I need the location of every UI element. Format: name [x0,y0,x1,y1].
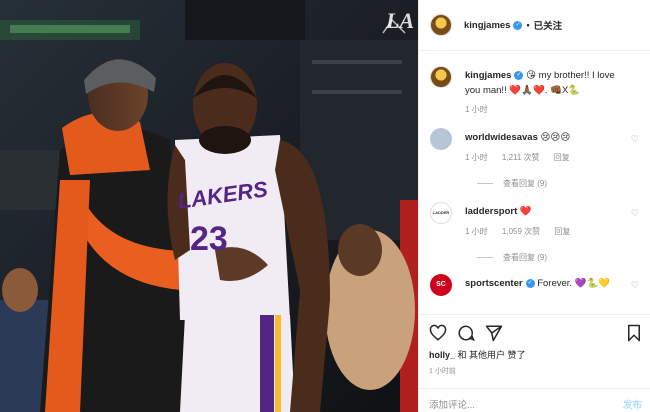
comment-bubble-icon[interactable] [457,324,475,342]
following-button[interactable]: 已关注 [534,18,563,32]
verified-badge-icon: ✓ [525,278,535,288]
comment-username[interactable]: worldwidesavas [465,132,538,143]
view-replies-button[interactable]: 查看回复 (9) [477,178,547,189]
share-paper-plane-icon[interactable] [485,324,503,342]
comment-time[interactable]: 1 小时 [465,227,488,236]
commenter-avatar[interactable]: LADDER [430,202,452,224]
comment-item: LADDER laddersport ❤️ ♡ 1 小时 1,059 次赞 回复… [430,202,645,264]
comment-likes[interactable]: 1,211 次赞 [502,153,540,162]
separator-dot: • [526,20,530,30]
like-comment-icon[interactable]: ♡ [631,208,639,219]
like-heart-icon[interactable] [429,324,447,342]
comment-item: SC sportscenter ✓ Forever. 💜🐍💛 ♡ [430,274,645,314]
comment-input[interactable]: 添加评论... [429,397,475,411]
la-watermark: LA [385,8,414,33]
liked-by-summary[interactable]: holly_ 和 其他用户 赞了 [429,348,526,361]
post-side-panel: kingjames ✓ • 已关注 kingjames ✓ 😘 my brothe… [418,0,650,412]
comment-text: ❤️ [519,206,532,217]
video-frame: LAKERS 23 LA [0,0,418,412]
caption-username[interactable]: kingjames [465,70,511,81]
commenter-avatar[interactable] [430,128,452,150]
comment-likes[interactable]: 1,059 次赞 [502,227,540,236]
author-username[interactable]: kingjames [464,20,510,31]
post-actions: holly_ 和 其他用户 赞了 1 小时前 添加评论... 发布 [419,314,650,412]
verified-badge-icon: ✓ [513,20,523,30]
comment-username[interactable]: sportscenter [465,278,523,289]
reply-button[interactable]: 回复 [554,153,570,162]
comment-text: Forever. 💜🐍💛 [537,278,611,289]
comment-username[interactable]: laddersport [465,206,517,217]
caption-time[interactable]: 1 小时 [465,104,488,115]
caption-avatar[interactable] [430,66,452,88]
comment-item: worldwidesavas 😢😢😢 ♡ 1 小时 1,211 次赞 回复 查看… [430,128,645,190]
post-comment-button[interactable]: 发布 [623,397,642,411]
author-avatar[interactable] [430,14,452,36]
post-media[interactable]: LAKERS 23 LA [0,0,418,412]
post-timestamp[interactable]: 1 小时前 [429,366,456,376]
post-header: kingjames ✓ • 已关注 [419,0,650,51]
comment-text: 😢😢😢 [540,132,571,143]
reply-button[interactable]: 回复 [554,227,570,236]
view-replies-button[interactable]: 查看回复 (9) [477,252,547,263]
liked-by-rest: 和 其他用户 赞了 [455,350,526,360]
comment-time[interactable]: 1 小时 [465,153,488,162]
verified-badge-icon: ✓ [514,70,524,80]
save-bookmark-icon[interactable] [625,324,643,342]
add-comment-bar: 添加评论... 发布 [419,388,650,412]
commenter-avatar[interactable]: SC [430,274,452,296]
caption: kingjames ✓ 😘 my brother!! I love you man… [430,66,645,118]
comment-list[interactable]: kingjames ✓ 😘 my brother!! I love you man… [419,58,650,314]
jersey-number: 23 [190,220,228,258]
liked-by-username[interactable]: holly_ [429,350,455,360]
like-comment-icon[interactable]: ♡ [631,134,639,145]
like-comment-icon[interactable]: ♡ [631,280,639,291]
